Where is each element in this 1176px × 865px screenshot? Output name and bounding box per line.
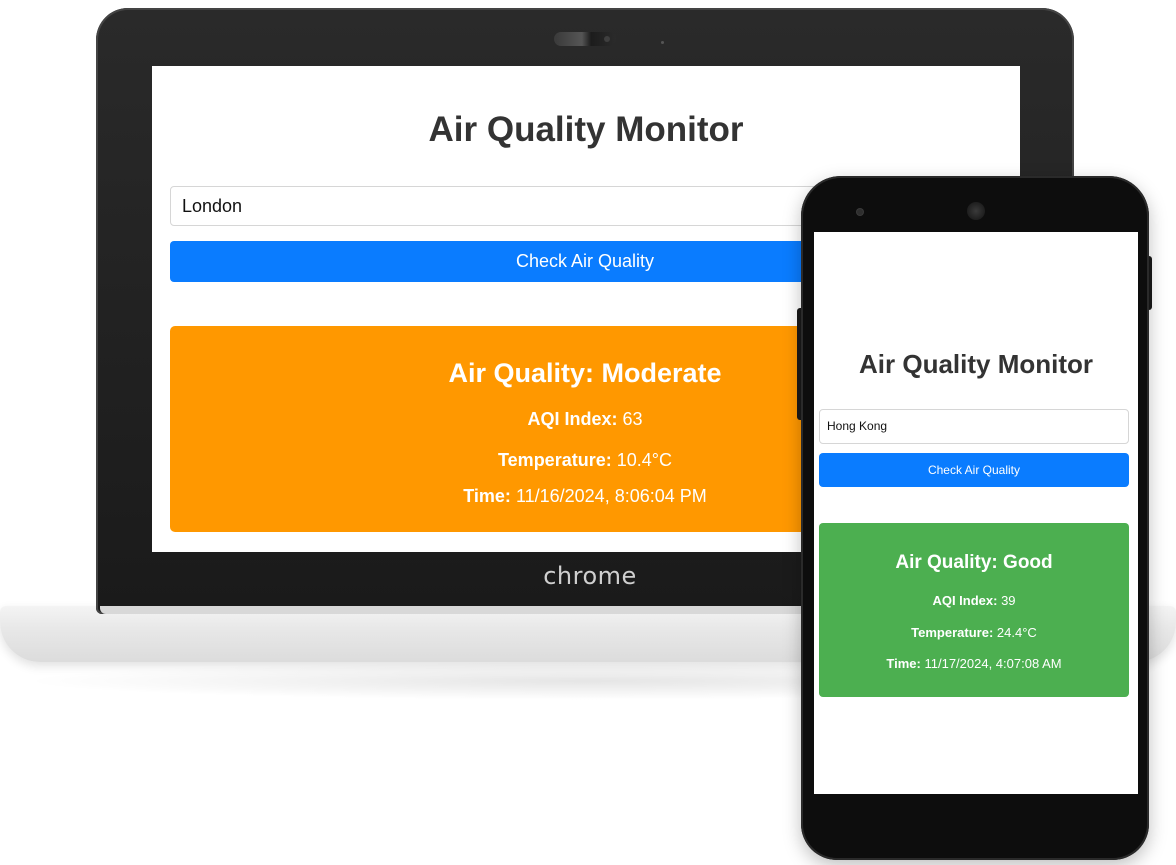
temperature-label: Temperature: — [911, 625, 994, 640]
air-quality-result-card: Air Quality: Good AQI Index: 39 Temperat… — [819, 523, 1129, 697]
city-input[interactable]: Hong Kong — [819, 409, 1129, 444]
time-label: Time: — [463, 486, 511, 506]
light-sensor — [661, 41, 664, 44]
aqi-row: AQI Index: 39 — [819, 593, 1129, 608]
air-quality-status: Air Quality: Good — [895, 552, 1053, 573]
aqi-value: 63 — [622, 409, 643, 429]
aqi-label: AQI Index: — [527, 409, 618, 429]
laptop-brand-label: chrome — [543, 562, 637, 590]
temperature-value: 10.4°C — [616, 450, 672, 470]
phone-screen: Air Quality Monitor Hong Kong Check Air … — [814, 232, 1138, 794]
check-air-quality-button[interactable]: Check Air Quality — [819, 453, 1129, 487]
front-camera-icon — [857, 209, 863, 215]
temperature-label: Temperature: — [498, 450, 612, 470]
page-title: Air Quality Monitor — [859, 349, 1093, 379]
aqi-value: 39 — [1001, 593, 1016, 608]
time-value: 11/16/2024, 8:06:04 PM — [515, 486, 707, 506]
earpiece-speaker — [967, 202, 985, 220]
webcam-lens — [604, 36, 610, 42]
aqi-label: AQI Index: — [932, 593, 998, 608]
page-title: Air Quality Monitor — [428, 110, 744, 149]
temperature-value: 24.4°C — [996, 625, 1037, 640]
time-label: Time: — [886, 656, 921, 671]
time-row: Time: 11/17/2024, 4:07:08 AM — [819, 656, 1129, 671]
temperature-row: Temperature: 24.4°C — [819, 625, 1129, 640]
time-value: 11/17/2024, 4:07:08 AM — [924, 656, 1062, 671]
